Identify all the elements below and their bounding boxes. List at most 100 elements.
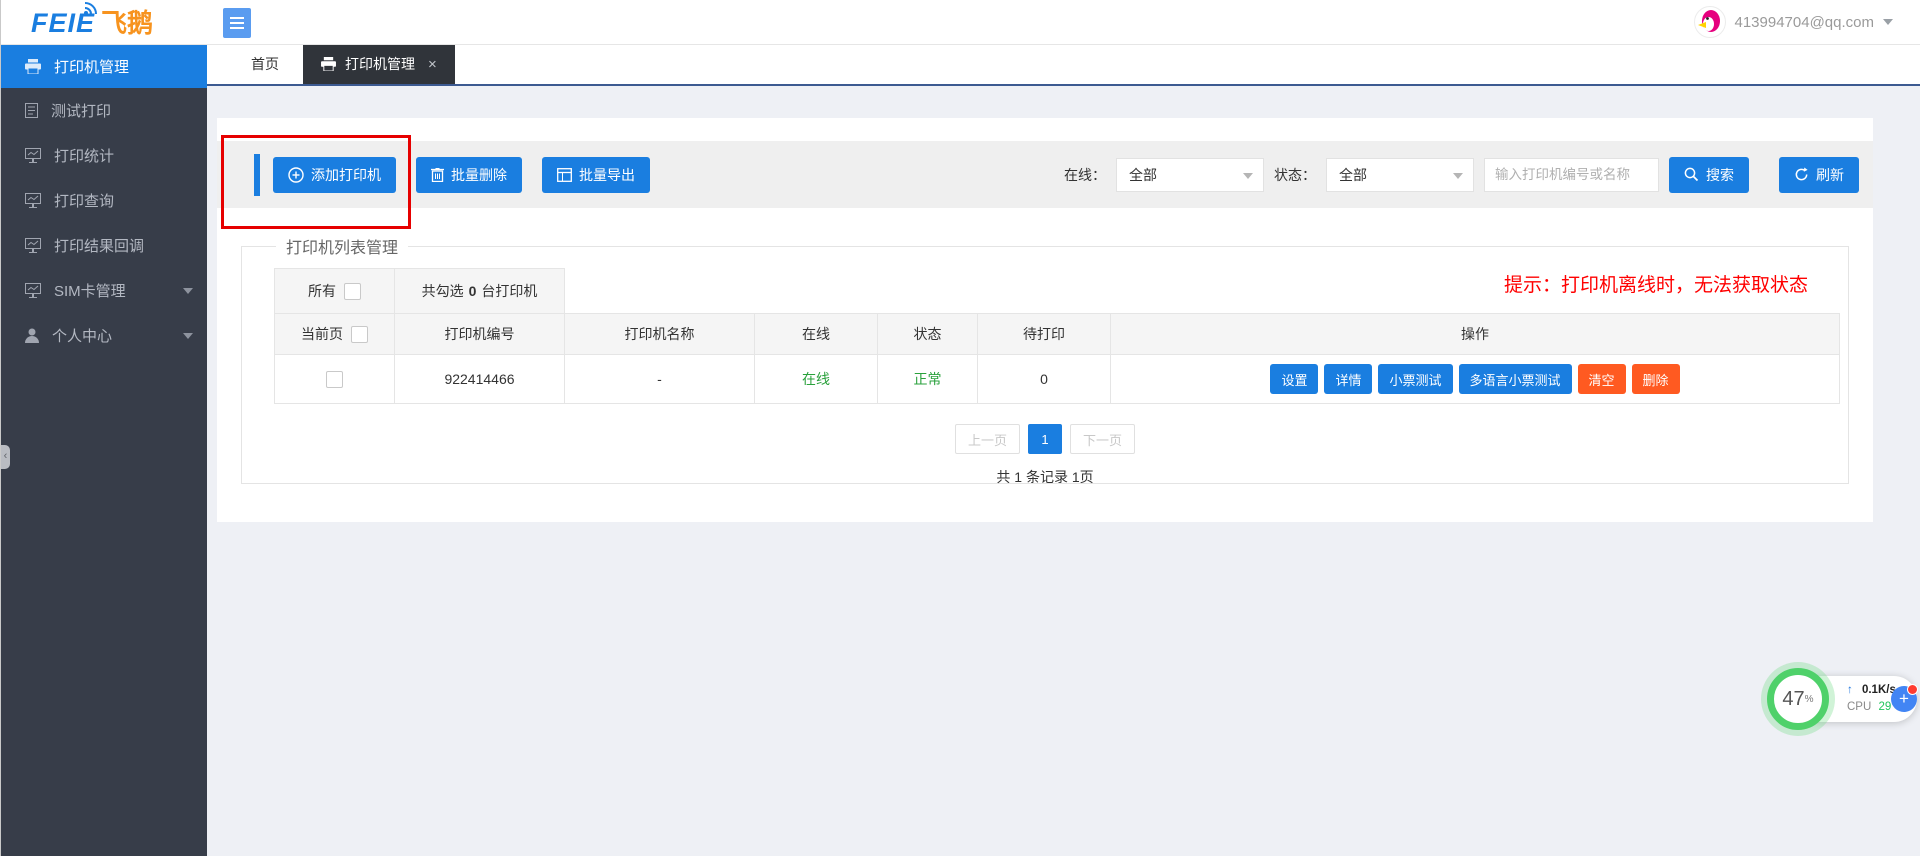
search-button[interactable]: 搜索 [1669, 157, 1749, 193]
printer-online-status: 在线 [755, 355, 878, 404]
delete-button[interactable]: 删除 [1632, 364, 1680, 394]
ticket-test-button[interactable]: 小票测试 [1378, 364, 1452, 394]
toolbar: 添加打印机 批量删除 批量导出 在线： 全部 [217, 141, 1873, 208]
tab-label: 打印机管理 [345, 54, 415, 74]
refresh-button[interactable]: 刷新 [1779, 157, 1859, 193]
button-label: 搜索 [1706, 165, 1734, 185]
online-filter-label: 在线： [1064, 165, 1106, 185]
memory-percent-gauge[interactable]: 47 % [1767, 668, 1829, 730]
row-select-cell [275, 355, 395, 404]
status-filter-label: 状态： [1274, 165, 1316, 185]
sidebar-item-printer-management[interactable]: 打印机管理 [1, 44, 207, 88]
printer-pending-count: 0 [978, 355, 1111, 404]
monitor-icon [25, 283, 41, 298]
select-all-label: 所有 [308, 281, 336, 301]
search-input[interactable] [1484, 158, 1659, 192]
tab-bar: 首页 打印机管理 × [207, 44, 1920, 86]
main-panel: 添加打印机 批量删除 批量导出 在线： 全部 [217, 118, 1873, 522]
printer-icon [25, 59, 41, 74]
batch-delete-button[interactable]: 批量删除 [416, 157, 522, 193]
select-all-checkbox[interactable] [344, 283, 361, 300]
tab-label: 首页 [251, 54, 279, 74]
sidebar-item-label: 打印统计 [54, 145, 114, 166]
user-menu[interactable]: 413994704@qq.com [1694, 0, 1894, 44]
upload-arrow-icon: ↑ [1847, 684, 1853, 696]
row-checkbox[interactable] [326, 371, 343, 388]
sidebar-item-label: 打印机管理 [54, 56, 129, 77]
sidebar-item-sim-card-management[interactable]: SIM卡管理 [1, 268, 207, 313]
sidebar-item-print-query[interactable]: 打印查询 [1, 178, 207, 223]
table-header-row: 当前页 打印机编号 打印机名称 在线 状态 待打印 操作 [275, 314, 1840, 355]
multilang-ticket-test-button[interactable]: 多语言小票测试 [1459, 364, 1572, 394]
avatar [1694, 6, 1726, 38]
page-1-button[interactable]: 1 [1028, 424, 1062, 454]
tab-printer-management[interactable]: 打印机管理 × [303, 44, 455, 84]
table-row: 922414466 - 在线 正常 0 设置 详情 小票测试 多语言小票测试 清… [275, 355, 1840, 404]
app-window: FEIE 飞鹅 413994704@qq.com 打印机管理 [0, 0, 1920, 856]
prev-page-button[interactable]: 上一页 [955, 424, 1020, 454]
document-icon [25, 103, 38, 118]
column-header-current-page: 当前页 [275, 314, 395, 355]
printer-list-fieldset: 打印机列表管理 提示：打印机离线时，无法获取状态 所有 [241, 234, 1849, 484]
select-value: 全部 [1129, 165, 1157, 185]
selected-count: 0 [469, 283, 477, 299]
record-summary: 共 1 条记录 1页 [242, 467, 1848, 487]
offline-hint-text: 提示：打印机离线时，无法获取状态 [1504, 270, 1808, 297]
percent-value: 47 [1782, 688, 1804, 711]
sidebar-item-label: 打印结果回调 [54, 235, 144, 256]
filter-bar: 在线： 全部 状态： 全部 搜索 [1064, 157, 1859, 193]
selected-summary-suffix: 台打印机 [481, 281, 537, 301]
settings-button[interactable]: 设置 [1270, 364, 1318, 394]
column-header-pending: 待打印 [978, 314, 1111, 355]
printer-status: 正常 [878, 355, 978, 404]
select-value: 全部 [1339, 165, 1367, 185]
row-actions-cell: 设置 详情 小票测试 多语言小票测试 清空 删除 [1111, 355, 1840, 404]
sidebar-item-personal-center[interactable]: 个人中心 [1, 313, 207, 358]
sidebar-item-label: 打印查询 [54, 190, 114, 211]
monitor-icon [25, 238, 41, 253]
app-logo[interactable]: FEIE 飞鹅 [31, 5, 153, 39]
sidebar-collapse-handle[interactable]: ‹ [1, 445, 10, 469]
chevron-down-icon [1243, 173, 1253, 179]
cpu-label: CPU [1847, 701, 1871, 713]
select-page-checkbox[interactable] [351, 326, 368, 343]
add-printer-button[interactable]: 添加打印机 [273, 157, 396, 193]
select-all-cell: 所有 [275, 269, 395, 314]
online-filter-select[interactable]: 全部 [1116, 158, 1264, 192]
network-monitor-widget: ↑ 0.1K/s CPU 29°C 47 % + [1763, 660, 1920, 740]
column-header-actions: 操作 [1111, 314, 1840, 355]
sidebar-item-print-result-callback[interactable]: 打印结果回调 [1, 223, 207, 268]
sidebar-item-test-print[interactable]: 测试打印 [1, 88, 207, 133]
sidebar-item-print-stats[interactable]: 打印统计 [1, 133, 207, 178]
notification-dot [1907, 684, 1918, 695]
printer-sn: 922414466 [395, 355, 565, 404]
button-label: 批量删除 [451, 165, 507, 185]
status-filter-select[interactable]: 全部 [1326, 158, 1474, 192]
printer-list-legend: 打印机列表管理 [276, 234, 408, 258]
sidebar: 打印机管理 测试打印 打印统计 打印查询 打印结果回调 [1, 44, 207, 856]
content-area: 添加打印机 批量删除 批量导出 在线： 全部 [207, 86, 1920, 856]
tab-home[interactable]: 首页 [227, 44, 303, 84]
monitor-icon [25, 148, 41, 163]
sidebar-item-label: 个人中心 [52, 325, 112, 346]
plus-circle-icon [288, 167, 304, 183]
next-page-button[interactable]: 下一页 [1070, 424, 1135, 454]
clear-button[interactable]: 清空 [1578, 364, 1626, 394]
details-button[interactable]: 详情 [1324, 364, 1372, 394]
printer-name: - [565, 355, 755, 404]
sidebar-item-label: SIM卡管理 [54, 280, 126, 301]
sidebar-toggle-button[interactable] [223, 8, 251, 38]
column-header-online: 在线 [755, 314, 878, 355]
user-icon [25, 328, 39, 343]
refresh-icon [1794, 167, 1809, 182]
column-header-label: 当前页 [301, 324, 343, 344]
widget-plus-button[interactable]: + [1891, 686, 1917, 712]
accent-bar [254, 154, 260, 196]
close-icon[interactable]: × [428, 56, 437, 73]
printer-icon [321, 57, 336, 71]
monitor-icon [25, 193, 41, 208]
batch-export-button[interactable]: 批量导出 [542, 157, 650, 193]
selected-summary-cell: 共勾选 0 台打印机 [395, 269, 565, 314]
chevron-down-icon [1453, 173, 1463, 179]
column-header-sn: 打印机编号 [395, 314, 565, 355]
